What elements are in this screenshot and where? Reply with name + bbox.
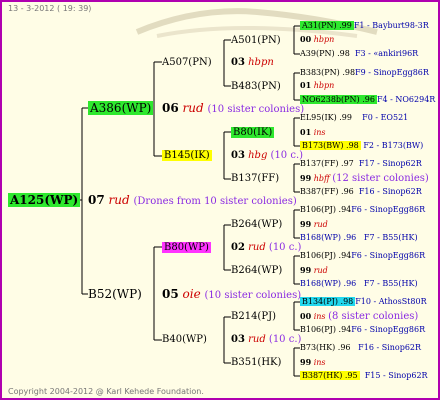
g1-father[interactable]: B52(WP) bbox=[88, 287, 142, 301]
g3-node-info: 00 ins (8 sister colonies) bbox=[300, 311, 419, 322]
g3-node[interactable]: B483(PN) bbox=[231, 80, 281, 93]
root-info: 07 rud (Drones from 10 sister colonies) bbox=[88, 193, 297, 207]
pedigree-frame: 13 - 3-2012 ( 19: 39) A125(WP) 07 rud (D… bbox=[0, 0, 440, 400]
g4-node[interactable]: B387(HK) .95 F15 - Sinop62R bbox=[300, 370, 428, 381]
g4-node[interactable]: B383(PN) .98F9 - SinopEgg86R bbox=[300, 67, 429, 78]
g1-mother-info: 06 rud (10 sister colonies) bbox=[162, 101, 305, 115]
g2-node-info: 03 rud (10 c.) bbox=[231, 334, 302, 345]
g4-node[interactable]: NO6238b(PN) .96 F4 - NO6294R bbox=[300, 94, 435, 105]
g4-node[interactable]: A39(PN) .98 F3 - «ankiri96R bbox=[300, 48, 418, 59]
g1-father-info: 05 oie (10 sister colonies) bbox=[162, 287, 302, 301]
g3-node-info: 99 hbff (12 sister colonies) bbox=[300, 173, 429, 184]
g3-node[interactable]: B264(WP) bbox=[231, 264, 282, 277]
g2-node-info: 03 hbg (10 c.) bbox=[231, 150, 304, 161]
g2-node[interactable]: B145(IK) bbox=[162, 149, 212, 162]
g3-node[interactable]: B351(HK) bbox=[231, 356, 281, 369]
g3-node[interactable]: B214(PJ) bbox=[231, 310, 276, 323]
g3-node[interactable]: B137(FF) bbox=[231, 172, 279, 185]
g3-node[interactable]: A501(PN) bbox=[231, 34, 281, 47]
g2-node-info: 03 hbpn bbox=[231, 57, 274, 68]
root-queen[interactable]: A125(WP) bbox=[8, 192, 81, 208]
g4-node[interactable]: B173(BW) .98 F2 - B173(BW) bbox=[300, 140, 423, 151]
g2-node-info: 02 rud (10 c.) bbox=[231, 242, 302, 253]
g3-node-info: 01 hbpn bbox=[300, 80, 335, 90]
g4-node[interactable]: B106(PJ) .94F6 - SinopEgg86R bbox=[300, 204, 425, 215]
g3-node-info: 00 hbpn bbox=[300, 34, 335, 44]
copyright: Copyright 2004-2012 @ Karl Kehede Founda… bbox=[8, 387, 204, 396]
g4-node[interactable]: B387(FF) .96 F16 - Sinop62R bbox=[300, 186, 422, 197]
g4-node[interactable]: B106(PJ) .94F6 - SinopEgg86R bbox=[300, 250, 425, 261]
g1-mother[interactable]: A386(WP) bbox=[88, 101, 154, 115]
g2-node[interactable]: B80(WP) bbox=[162, 241, 211, 254]
g4-node[interactable]: B168(WP) .96 F7 - B55(HK) bbox=[300, 278, 418, 289]
g4-node[interactable]: B134(PJ) .98 F10 - AthosSt80R bbox=[300, 296, 427, 307]
g3-node[interactable]: B264(WP) bbox=[231, 218, 282, 231]
g3-node-info: 01 ins bbox=[300, 127, 326, 137]
g4-node[interactable]: A31(PN) .99 F1 - Bayburt98-3R bbox=[300, 20, 429, 31]
g4-node[interactable]: B168(WP) .96 F7 - B55(HK) bbox=[300, 232, 418, 243]
g4-node[interactable]: B106(PJ) .94F6 - SinopEgg86R bbox=[300, 324, 425, 335]
g3-node[interactable]: B80(IK) bbox=[231, 126, 275, 139]
g4-node[interactable]: EL95(IK) .99 F0 - EO521 bbox=[300, 112, 408, 123]
g3-node-info: 99 rud bbox=[300, 219, 328, 229]
g2-node[interactable]: A507(PN) bbox=[162, 56, 212, 69]
g3-node-info: 99 ins bbox=[300, 357, 326, 367]
g3-node-info: 99 rud bbox=[300, 265, 328, 275]
g2-node[interactable]: B40(WP) bbox=[162, 333, 207, 346]
g4-node[interactable]: B73(HK) .96 F16 - Sinop62R bbox=[300, 342, 421, 353]
g4-node[interactable]: B137(FF) .97 F17 - Sinop62R bbox=[300, 158, 422, 169]
